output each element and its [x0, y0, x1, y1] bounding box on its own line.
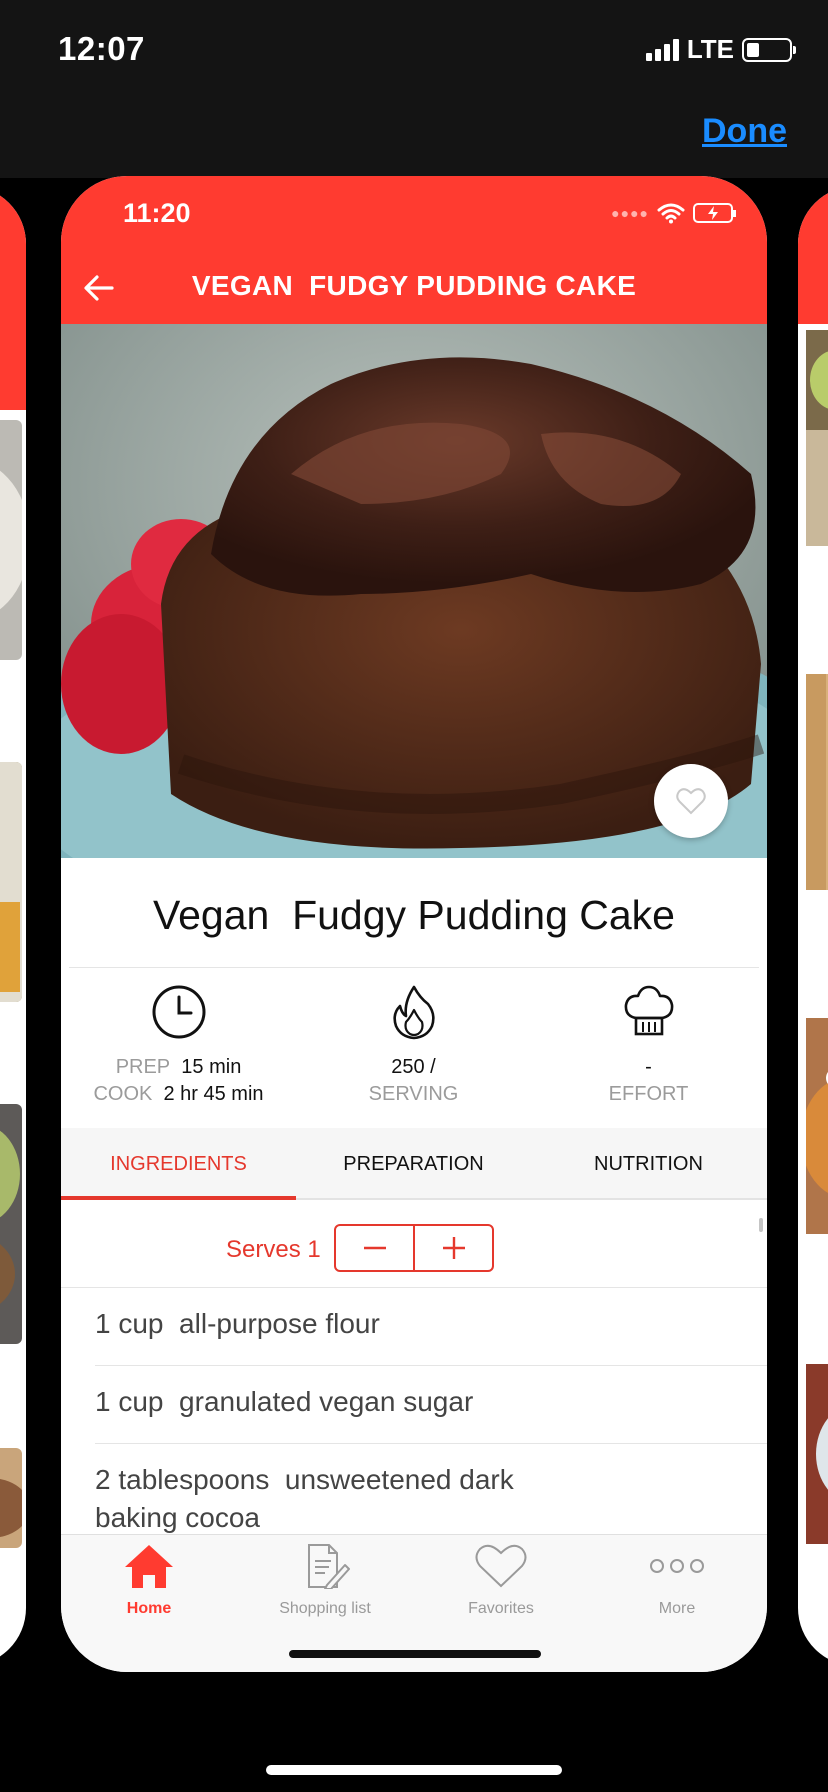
done-button[interactable]: Done [702, 112, 787, 151]
tab-nutrition[interactable]: NUTRITION [531, 1128, 766, 1200]
peek-image [806, 674, 828, 890]
inner-status-indicators: ●●●● [611, 202, 736, 224]
calories-amount: 250 / [391, 1056, 436, 1078]
peek-image [806, 330, 828, 546]
tab-preparation[interactable]: PREPARATION [296, 1128, 531, 1200]
outer-home-indicator[interactable] [266, 1765, 562, 1775]
clock-icon [152, 985, 205, 1039]
peek-image [0, 762, 22, 1002]
shopping-list-icon [308, 1544, 350, 1590]
divider [69, 967, 759, 968]
preview-nav-bar: Done [0, 100, 828, 178]
battery-icon [742, 37, 796, 62]
divider [95, 1365, 767, 1366]
serves-row: Serves 1 [61, 1224, 767, 1276]
peek-image [806, 1018, 828, 1234]
peek-image [0, 1104, 22, 1344]
nav-favorites-label: Favorites [468, 1600, 534, 1617]
more-icon [650, 1559, 704, 1573]
cook-label: COOK [93, 1083, 153, 1105]
prep-value: 15 min [181, 1056, 242, 1078]
nav-home[interactable]: Home [61, 1543, 237, 1618]
outer-status-time: 12:07 [58, 30, 145, 67]
prep-time: PREP 15 min [61, 1054, 296, 1081]
calories-value: 250 / [296, 1054, 531, 1081]
calories-label: SERVING [368, 1083, 459, 1105]
divider [61, 1287, 767, 1288]
next-screenshot-peek[interactable] [798, 186, 828, 1666]
ingredient-item: 2 tablespoons unsweetened dark [95, 1464, 514, 1495]
app-header: 11:20 ●●●● VEGAN FUDGY PUDDING CAKE [61, 176, 767, 324]
plus-icon [442, 1237, 465, 1259]
inner-status-time: 11:20 [123, 198, 191, 228]
time-stat: PREP 15 min COOK 2 hr 45 min [61, 984, 296, 1108]
nav-more-label: More [658, 1600, 696, 1617]
outer-status-indicators: LTE [645, 34, 796, 65]
app-screenshot: 11:20 ●●●● VEGAN FUDGY PUDDING CAKE Vega… [61, 176, 767, 1672]
wifi-icon [657, 203, 685, 224]
nav-home-label: Home [126, 1600, 172, 1617]
peek-image [806, 1364, 828, 1544]
nav-favorites[interactable]: Favorites [413, 1543, 589, 1618]
nav-shopping-list[interactable]: Shopping list [237, 1543, 413, 1618]
heart-icon [475, 1544, 527, 1588]
divider [95, 1443, 767, 1444]
ingredient-item: 1 cup granulated vegan sugar [95, 1386, 474, 1417]
active-tab-indicator [61, 1196, 296, 1200]
effort-stat: - EFFORT [531, 984, 766, 1108]
prep-label: PREP [115, 1056, 171, 1078]
flame-icon [392, 985, 435, 1040]
signal-dots-icon: ●●●● [611, 205, 649, 221]
increase-serves-button[interactable] [413, 1226, 492, 1270]
effort-label: EFFORT [608, 1083, 689, 1105]
recipe-title: Vegan Fudgy Pudding Cake [153, 892, 675, 938]
ingredient-item: 1 cup all-purpose flour [95, 1308, 380, 1339]
chef-hat-icon [624, 985, 673, 1036]
screen: 12:07 LTE Done 11:20 ●●●● VEGAN FUDGY PU… [0, 0, 828, 1792]
favorite-button[interactable] [654, 764, 728, 838]
cook-time: COOK 2 hr 45 min [61, 1081, 296, 1108]
tab-ingredients[interactable]: INGREDIENTS [61, 1128, 296, 1200]
peek-image [0, 1448, 22, 1548]
serves-stepper [334, 1224, 494, 1272]
cook-value: 2 hr 45 min [163, 1083, 264, 1105]
effort-value: - [645, 1056, 652, 1078]
heart-outline-icon [676, 788, 706, 815]
ingredient-item-continued: baking cocoa [95, 1502, 261, 1533]
recipe-tabs: INGREDIENTS PREPARATION NUTRITION [61, 1128, 767, 1200]
nav-shopping-list-label: Shopping list [279, 1600, 371, 1617]
header-title: VEGAN FUDGY PUDDING CAKE [191, 270, 637, 301]
decrease-serves-button[interactable] [336, 1226, 413, 1270]
back-arrow-icon[interactable] [79, 268, 119, 308]
outer-status-bar: 12:07 LTE [0, 0, 828, 100]
peek-image [0, 420, 22, 660]
serves-label: Serves 1 [226, 1236, 321, 1263]
cellular-signal-icon [645, 38, 679, 61]
peek-header [798, 186, 828, 324]
minus-icon [363, 1246, 386, 1250]
nav-more[interactable]: More [589, 1543, 765, 1618]
previous-screenshot-peek[interactable] [0, 186, 26, 1666]
inner-home-indicator [289, 1650, 541, 1658]
calories-stat: 250 / SERVING [296, 984, 531, 1108]
home-icon [125, 1545, 173, 1588]
charging-battery-icon [693, 203, 736, 223]
peek-header [0, 186, 26, 410]
network-type: LTE [686, 34, 734, 64]
